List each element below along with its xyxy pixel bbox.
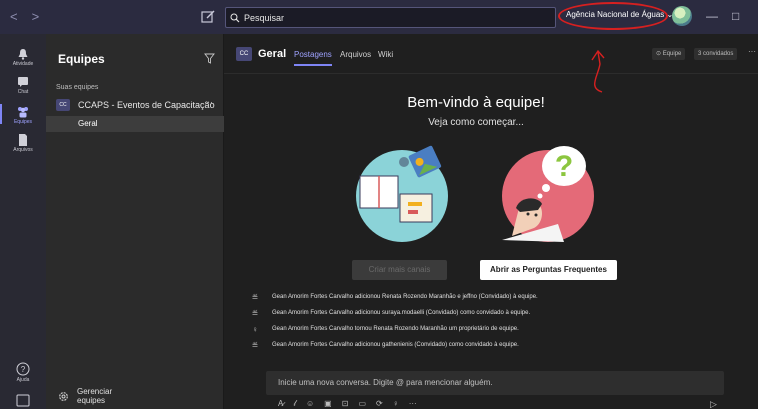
add-member-icon: ≝ xyxy=(251,340,259,350)
minimize-icon[interactable]: — xyxy=(706,9,718,23)
annotation-arrow xyxy=(591,49,605,93)
welcome-title: Bem-vindo à equipe! xyxy=(407,94,545,111)
team-avatar: CC xyxy=(56,99,70,111)
channel-header: CC Geral Postagens Arquivos Wiki ⊙ Equip… xyxy=(224,34,758,74)
search-placeholder: Pesquisar xyxy=(244,12,285,23)
filter-icon[interactable] xyxy=(204,53,215,64)
team-name: CCAPS - Eventos de Capacitação xyxy=(78,100,215,110)
sticker-icon[interactable]: ⊡ xyxy=(342,399,349,409)
more-options-icon[interactable]: ··· xyxy=(204,97,213,107)
appbar-label-activity: Atividade xyxy=(12,61,34,67)
search-icon xyxy=(230,13,240,22)
add-member-icon: ≝ xyxy=(251,308,259,318)
manage-teams-label: Gerenciar equipes xyxy=(77,387,113,405)
tab-wiki[interactable]: Wiki xyxy=(378,50,393,59)
attach-icon[interactable]: 𝓁 xyxy=(293,399,296,409)
avatar[interactable] xyxy=(672,6,692,26)
teams-window: < > Pesquisar Agência Nacional de Águas … xyxy=(0,0,758,409)
svg-text:?: ? xyxy=(21,365,26,374)
more-options-icon[interactable]: ··· xyxy=(409,399,417,409)
channel-pane: CC Geral Postagens Arquivos Wiki ⊙ Equip… xyxy=(224,34,758,409)
bell-icon xyxy=(18,49,28,60)
channel-title: Geral xyxy=(258,48,287,60)
gif-icon[interactable]: ▣ xyxy=(324,399,332,409)
svg-text:?: ? xyxy=(555,150,573,183)
team-badge[interactable]: ⊙ Equipe xyxy=(652,48,686,60)
channels-illustration xyxy=(356,145,448,242)
teams-list-pane: Equipes Suas equipes CC CCAPS - Eventos … xyxy=(46,34,224,409)
appbar-item-teams[interactable]: Equipes xyxy=(0,104,46,125)
window-controls: — □ xyxy=(706,9,739,23)
page-title: Equipes xyxy=(58,52,105,66)
title-bar: < > Pesquisar Agência Nacional de Águas … xyxy=(0,0,758,34)
file-icon xyxy=(19,134,27,146)
format-icon[interactable]: A̷ xyxy=(278,399,283,409)
activity-text: Gean Amorim Fortes Carvalho adicionou ga… xyxy=(272,342,519,348)
faq-illustration: ? xyxy=(502,146,594,242)
channel-label: Geral xyxy=(78,119,98,128)
search-input[interactable]: Pesquisar xyxy=(225,7,556,28)
help-icon: ? xyxy=(16,362,30,376)
tab-files[interactable]: Arquivos xyxy=(340,50,371,59)
activity-text: Gean Amorim Fortes Carvalho tornou Renat… xyxy=(272,326,519,332)
appbar-item-files[interactable]: Arquivos xyxy=(0,134,46,153)
appbar-label-chat: Chat xyxy=(17,89,29,95)
more-options-icon[interactable]: ··· xyxy=(748,47,756,56)
activity-item: ♀ Gean Amorim Fortes Carvalho tornou Ren… xyxy=(248,322,728,336)
compose-toolbar: A̷ 𝓁 ☺ ▣ ⊡ ▭ ⟳ ♀ ··· xyxy=(278,399,417,409)
maximize-icon[interactable]: □ xyxy=(732,9,739,23)
praise-icon[interactable]: ♀ xyxy=(393,399,399,409)
owner-icon: ♀ xyxy=(252,324,258,334)
channel-avatar: CC xyxy=(236,47,252,61)
activity-item: ≝ Gean Amorim Fortes Carvalho adicionou … xyxy=(248,338,728,352)
forward-icon[interactable]: > xyxy=(32,9,40,24)
activity-text: Gean Amorim Fortes Carvalho adicionou su… xyxy=(272,310,531,316)
org-switcher[interactable]: Agência Nacional de Águas ⌄ xyxy=(566,10,673,19)
appbar-label-teams: Equipes xyxy=(13,119,33,125)
activity-item: ≝ Gean Amorim Fortes Carvalho adicionou … xyxy=(248,290,728,304)
emoji-icon[interactable]: ☺ xyxy=(306,399,314,409)
app-bar: Atividade Chat Equipes Arquivos ? Ajuda xyxy=(0,34,46,409)
chat-icon xyxy=(18,77,28,87)
device-icon[interactable] xyxy=(15,394,31,408)
welcome-subtitle: Veja como começar... xyxy=(428,117,524,128)
open-faq-button[interactable]: Abrir as Perguntas Frequentes xyxy=(480,260,617,280)
appbar-label-files: Arquivos xyxy=(13,147,33,153)
appbar-item-activity[interactable]: Atividade xyxy=(0,48,46,67)
new-chat-icon[interactable] xyxy=(200,9,216,25)
manage-teams-button[interactable]: Gerenciar equipes xyxy=(58,387,117,405)
add-member-icon: ≝ xyxy=(251,292,259,302)
activity-item: ≝ Gean Amorim Fortes Carvalho adicionou … xyxy=(248,306,728,320)
appbar-label-help: Ajuda xyxy=(16,377,30,383)
appbar-item-help[interactable]: ? Ajuda xyxy=(0,362,46,383)
guests-badge[interactable]: 3 convidados xyxy=(694,48,738,60)
appbar-item-chat[interactable]: Chat xyxy=(0,76,46,95)
send-icon[interactable]: ▷ xyxy=(710,399,717,409)
org-name: Agência Nacional de Águas xyxy=(566,10,665,19)
compose-input[interactable]: Inicie uma nova conversa. Digite @ para … xyxy=(266,371,724,395)
history-nav: < > xyxy=(10,9,39,24)
create-channels-button: Criar mais canais xyxy=(352,260,447,280)
section-your-teams: Suas equipes xyxy=(56,84,99,91)
back-icon[interactable]: < xyxy=(10,9,18,24)
channel-item-geral[interactable]: Geral xyxy=(46,116,224,132)
loop-icon[interactable]: ⟳ xyxy=(376,399,383,409)
meet-icon[interactable]: ▭ xyxy=(358,399,366,409)
activity-text: Gean Amorim Fortes Carvalho adicionou Re… xyxy=(272,294,538,300)
team-item[interactable]: CC CCAPS - Eventos de Capacitação ··· xyxy=(46,95,224,115)
teams-icon xyxy=(18,107,28,118)
gear-icon xyxy=(59,391,68,401)
tab-posts[interactable]: Postagens xyxy=(294,50,332,66)
